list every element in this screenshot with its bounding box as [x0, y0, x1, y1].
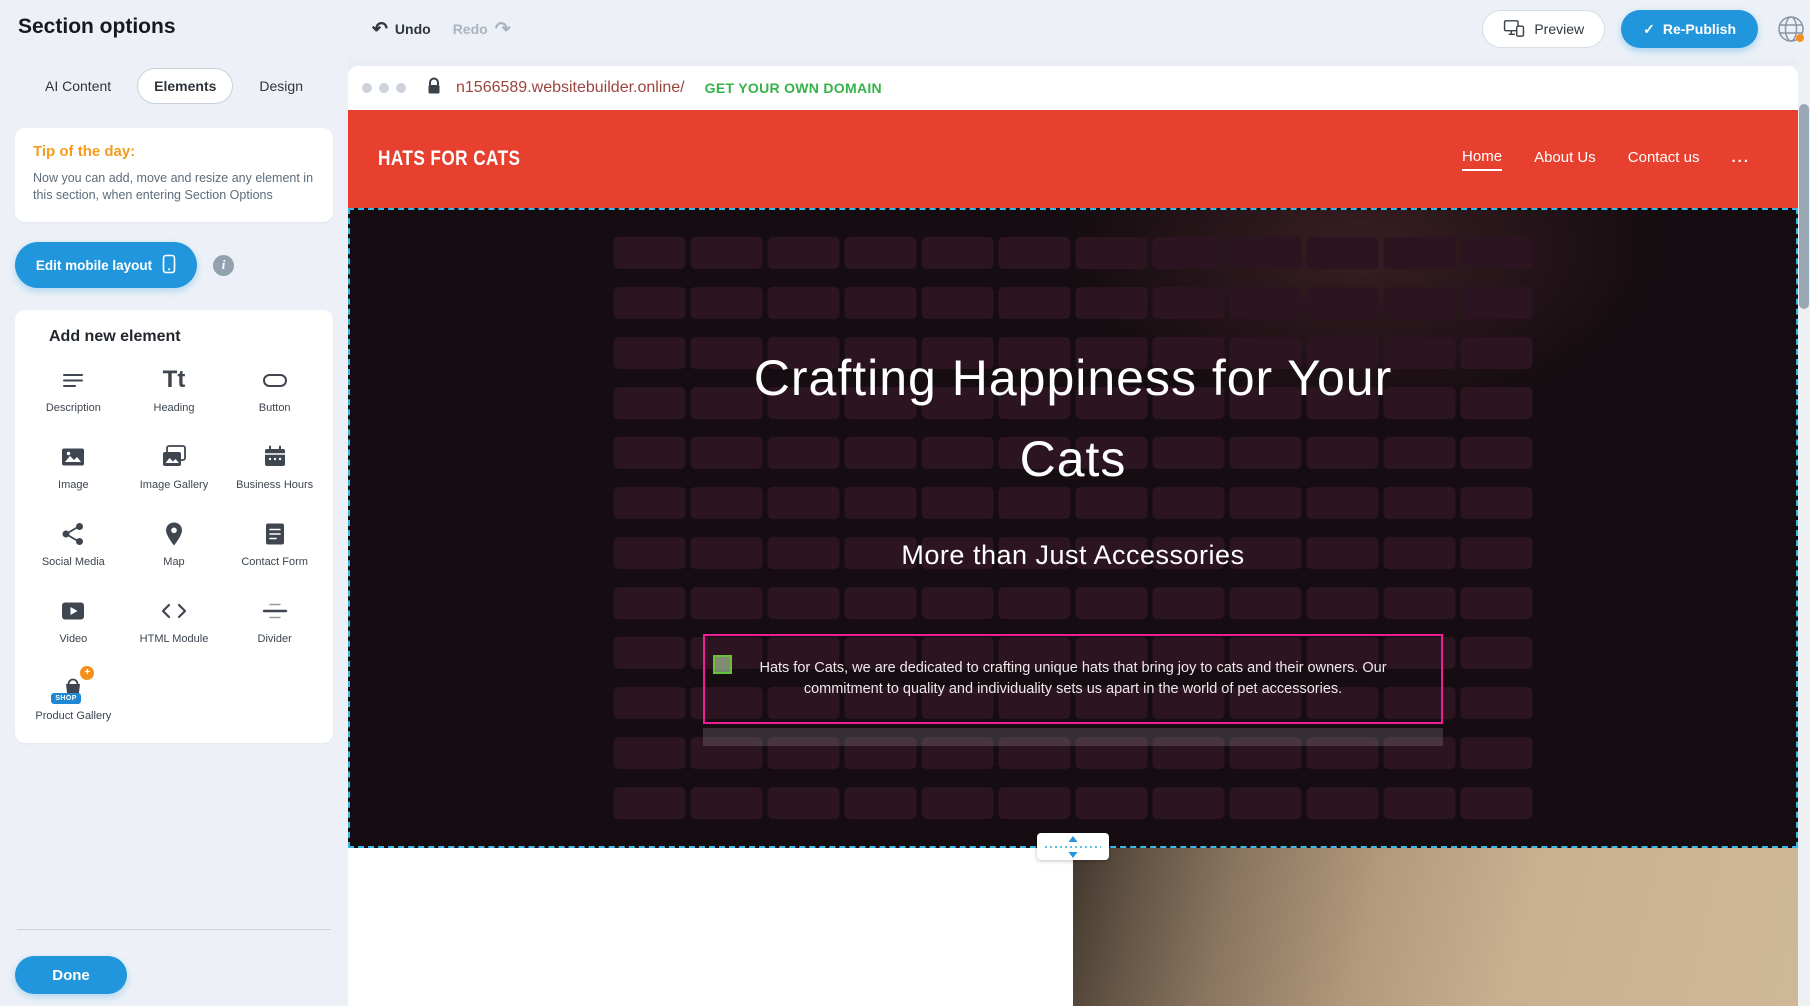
- hero-subheading[interactable]: More than Just Accessories: [350, 540, 1796, 571]
- product-gallery-icon: SHOP +: [57, 672, 89, 704]
- element-grid: Description Tt Heading Button: [23, 364, 325, 723]
- site-nav: Home About Us Contact us ...: [1462, 148, 1750, 171]
- hidden-element-placeholder: [703, 728, 1443, 746]
- site-logo: HATS FOR CATS: [378, 147, 520, 171]
- next-section-image: [1073, 848, 1798, 1006]
- undo-icon: ↶: [372, 20, 388, 39]
- preview-button[interactable]: Preview: [1482, 10, 1605, 48]
- html-module-icon: [158, 595, 190, 627]
- nav-more-menu[interactable]: ...: [1731, 149, 1750, 170]
- site-preview: n1566589.websitebuilder.online/ GET YOUR…: [348, 66, 1798, 1006]
- nav-about-us[interactable]: About Us: [1534, 149, 1596, 170]
- element-item-map[interactable]: Map: [124, 518, 225, 569]
- tip-body: Now you can add, move and resize any ele…: [33, 170, 315, 204]
- add-element-title: Add new element: [49, 328, 325, 346]
- edit-mobile-row: Edit mobile layout i: [15, 242, 333, 288]
- undo-label: Undo: [395, 21, 431, 37]
- map-icon: [158, 518, 190, 550]
- element-item-contact-form[interactable]: Contact Form: [224, 518, 325, 569]
- redo-icon: ↷: [495, 20, 511, 39]
- done-button[interactable]: Done: [15, 956, 127, 994]
- nav-home[interactable]: Home: [1462, 148, 1502, 171]
- element-item-image[interactable]: Image: [23, 441, 124, 492]
- republish-button[interactable]: ✓ Re-Publish: [1621, 10, 1758, 48]
- resize-handle[interactable]: [713, 655, 732, 674]
- check-icon: ✓: [1643, 21, 1655, 38]
- preview-label: Preview: [1534, 21, 1584, 37]
- divider-icon: [259, 595, 291, 627]
- edit-mobile-layout-button[interactable]: Edit mobile layout: [15, 242, 197, 288]
- business-hours-icon: [259, 441, 291, 473]
- sidebar-divider: [17, 929, 331, 930]
- hero-paragraph: Hats for Cats, we are dedicated to craft…: [725, 658, 1421, 700]
- topbar-actions: Preview ✓ Re-Publish: [1482, 0, 1810, 58]
- heading-icon: Tt: [158, 364, 190, 396]
- editor-canvas: n1566589.websitebuilder.online/ GET YOUR…: [348, 58, 1810, 1006]
- topbar: Section options ↶ Undo Redo ↷: [0, 0, 1810, 58]
- social-media-icon: [57, 518, 89, 550]
- tip-title: Tip of the day:: [33, 143, 315, 160]
- tab-design[interactable]: Design: [243, 69, 319, 103]
- get-your-own-domain-link[interactable]: GET YOUR OWN DOMAIN: [705, 80, 882, 96]
- redo-label: Redo: [453, 21, 488, 37]
- element-item-button[interactable]: Button: [224, 364, 325, 415]
- video-icon: [57, 595, 89, 627]
- selected-text-element[interactable]: Hats for Cats, we are dedicated to craft…: [703, 634, 1443, 724]
- element-item-product-gallery[interactable]: SHOP + Product Gallery: [23, 672, 124, 723]
- hero-heading[interactable]: Crafting Happiness for Your Cats: [753, 338, 1393, 500]
- image-icon: [57, 441, 89, 473]
- language-globe-button[interactable]: [1774, 12, 1808, 46]
- shop-badge: SHOP: [51, 693, 80, 704]
- section-resize-handle[interactable]: [1037, 833, 1109, 860]
- globe-icon: [1774, 12, 1808, 46]
- history-controls: ↶ Undo Redo ↷: [372, 0, 511, 58]
- tip-of-the-day-card: Tip of the day: Now you can add, move an…: [15, 128, 333, 222]
- edit-mobile-label: Edit mobile layout: [36, 258, 152, 273]
- contact-form-icon: [259, 518, 291, 550]
- plus-badge: +: [80, 666, 94, 680]
- next-section-white: [348, 848, 1073, 1006]
- element-item-business-hours[interactable]: Business Hours: [224, 441, 325, 492]
- element-item-divider[interactable]: Divider: [224, 595, 325, 646]
- element-item-description[interactable]: Description: [23, 364, 124, 415]
- canvas-scrollbar: [1798, 58, 1810, 1006]
- site-header[interactable]: HATS FOR CATS Home About Us Contact us .…: [348, 110, 1798, 208]
- lock-icon: [426, 77, 442, 100]
- nav-contact-us[interactable]: Contact us: [1628, 149, 1700, 170]
- element-item-html-module[interactable]: HTML Module: [124, 595, 225, 646]
- republish-label: Re-Publish: [1663, 21, 1736, 37]
- sidebar-tabs: AI Content Elements Design: [15, 68, 333, 104]
- scrollbar-thumb[interactable]: [1799, 104, 1809, 309]
- sidebar-footer: Done: [0, 929, 348, 1006]
- info-icon[interactable]: i: [213, 255, 234, 276]
- next-section-preview: [348, 848, 1798, 1006]
- button-icon: [259, 364, 291, 396]
- description-icon: [57, 364, 89, 396]
- devices-icon: [1503, 19, 1525, 40]
- image-gallery-icon: [158, 441, 190, 473]
- element-item-image-gallery[interactable]: Image Gallery: [124, 441, 225, 492]
- window-dots-icon: [362, 83, 406, 93]
- page-title: Section options: [18, 15, 176, 39]
- site-url: n1566589.websitebuilder.online/: [456, 79, 685, 97]
- element-item-social-media[interactable]: Social Media: [23, 518, 124, 569]
- element-item-video[interactable]: Video: [23, 595, 124, 646]
- redo-button[interactable]: Redo ↷: [453, 20, 511, 39]
- phone-icon: [162, 254, 176, 277]
- sidebar: AI Content Elements Design Tip of the da…: [0, 58, 348, 1006]
- add-new-element-panel: Add new element Description Tt Heading: [15, 310, 333, 743]
- tab-ai-content[interactable]: AI Content: [29, 69, 127, 103]
- browser-bar: n1566589.websitebuilder.online/ GET YOUR…: [348, 66, 1798, 110]
- hero-section-selected[interactable]: Crafting Happiness for Your Cats More th…: [348, 208, 1798, 848]
- resize-arrows-icon: [1043, 835, 1103, 859]
- element-item-heading[interactable]: Tt Heading: [124, 364, 225, 415]
- tab-elements[interactable]: Elements: [137, 68, 233, 104]
- undo-button[interactable]: ↶ Undo: [372, 20, 431, 39]
- app: Section options ↶ Undo Redo ↷: [0, 0, 1810, 1006]
